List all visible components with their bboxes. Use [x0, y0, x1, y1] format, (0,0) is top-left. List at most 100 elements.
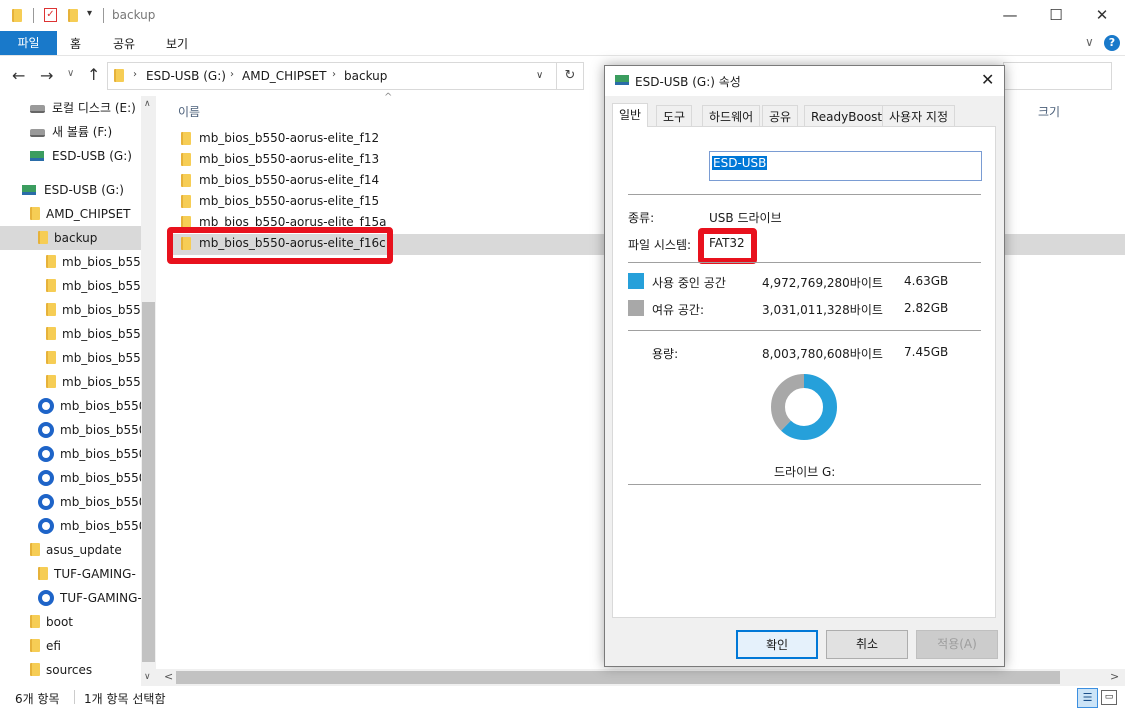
tree-item-label: mb_bios_b550: [60, 519, 141, 533]
filesystem-highlight-box: [698, 228, 757, 264]
forward-icon[interactable]: →: [40, 66, 53, 85]
zip-icon: [38, 446, 54, 462]
status-bar: 6개 항목 1개 항목 선택함 ☰ ▭: [0, 686, 1125, 710]
navigation-pane[interactable]: 로컬 디스크 (E:) 새 볼륨 (F:) ESD-USB (G:) ESD-USB …: [0, 96, 156, 686]
refresh-button[interactable]: ↻: [557, 62, 584, 90]
file-name: mb_bios_b550-aorus-elite_f14: [199, 173, 380, 187]
scroll-thumb[interactable]: [142, 302, 155, 662]
tree-item[interactable]: asus_update: [0, 538, 141, 562]
breadcrumb[interactable]: backup: [344, 69, 387, 83]
tree-item[interactable]: mb_bios_b550: [0, 394, 141, 418]
dialog-tab[interactable]: 일반: [612, 103, 649, 127]
tree-item[interactable]: mb_bios_b55: [0, 346, 141, 370]
tree-item-label: asus_update: [46, 543, 122, 557]
tree-item[interactable]: mb_bios_b550: [0, 466, 141, 490]
dialog-tab[interactable]: 하드웨어: [702, 105, 761, 127]
apply-button[interactable]: 적용(A): [916, 630, 998, 659]
column-size[interactable]: 크기: [1038, 103, 1060, 120]
scroll-right-icon[interactable]: >: [1110, 670, 1119, 683]
details-view-icon[interactable]: ☰: [1077, 688, 1098, 708]
tree-item[interactable]: mb_bios_b550: [0, 514, 141, 538]
tree-item-label: mb_bios_b550: [60, 447, 141, 461]
tree-item[interactable]: mb_bios_b550: [0, 418, 141, 442]
new-folder-quick-icon[interactable]: [68, 9, 78, 22]
back-icon[interactable]: ←: [12, 66, 25, 85]
large-icons-view-icon[interactable]: ▭: [1101, 690, 1117, 705]
tree-item-label: mb_bios_b55: [62, 351, 141, 365]
horizontal-scrollbar[interactable]: < >: [156, 669, 1125, 686]
file-name: mb_bios_b550-aorus-elite_f12: [199, 131, 380, 145]
tab-view[interactable]: 보기: [166, 35, 188, 52]
tree-item[interactable]: mb_bios_b55: [0, 370, 141, 394]
chevron-down-icon[interactable]: ∨: [536, 70, 543, 81]
folder-icon: [46, 279, 56, 292]
tree-item[interactable]: mb_bios_b550: [0, 490, 141, 514]
folder-icon: [30, 663, 40, 676]
address-bar[interactable]: › ESD-USB (G:) › AMD_CHIPSET › backup ∨: [107, 62, 557, 90]
properties-quick-icon[interactable]: ✓: [44, 8, 57, 22]
tree-item-label: mb_bios_b55: [62, 375, 141, 389]
search-input[interactable]: [1003, 62, 1112, 90]
breadcrumb[interactable]: AMD_CHIPSET: [242, 69, 327, 83]
tree-item[interactable]: ESD-USB (G:): [0, 178, 141, 202]
tree-item[interactable]: TUF-GAMING-: [0, 562, 141, 586]
scroll-thumb[interactable]: [176, 671, 1060, 684]
column-name[interactable]: 이름: [178, 103, 200, 120]
maximize-button[interactable]: ☐: [1033, 0, 1079, 31]
tree-item[interactable]: mb_bios_b55: [0, 298, 141, 322]
free-gb: 2.82GB: [904, 301, 949, 315]
dialog-tab[interactable]: 도구: [656, 105, 693, 127]
used-label: 사용 중인 공간: [652, 276, 726, 290]
free-label: 여유 공간:: [652, 303, 705, 317]
folder-icon: [30, 639, 40, 652]
dialog-tab[interactable]: 사용자 지정: [882, 105, 956, 127]
zip-icon: [38, 470, 54, 486]
tree-item-label: mb_bios_b55: [62, 255, 141, 269]
free-bytes: 3,031,011,328바이트: [762, 303, 883, 317]
folder-icon: [181, 195, 191, 208]
expand-ribbon-icon[interactable]: ∨: [1085, 35, 1094, 49]
zip-icon: [38, 518, 54, 534]
up-icon[interactable]: ↑: [87, 65, 100, 84]
tree-scrollbar[interactable]: ∧ ∨: [141, 96, 156, 686]
tree-item[interactable]: ESD-USB (G:): [0, 144, 141, 168]
quick-access-dropdown-icon[interactable]: ▾: [87, 8, 92, 19]
tree-item[interactable]: 로컬 디스크 (E:): [0, 96, 141, 120]
help-icon[interactable]: ?: [1104, 35, 1120, 51]
tab-share[interactable]: 공유: [113, 35, 135, 52]
drive-name-value: ESD-USB: [712, 156, 768, 170]
tree-item[interactable]: mb_bios_b55: [0, 274, 141, 298]
close-button[interactable]: ✕: [1079, 0, 1125, 31]
tab-home[interactable]: 홈: [70, 35, 81, 52]
tree-item[interactable]: AMD_CHIPSET: [0, 202, 141, 226]
tree-item[interactable]: mb_bios_b55: [0, 322, 141, 346]
ribbon-bar: 파일 홈 공유 보기 ∨ ?: [0, 31, 1125, 56]
scroll-left-icon[interactable]: <: [164, 670, 173, 683]
tree-item[interactable]: boot: [0, 610, 141, 634]
dialog-tab[interactable]: 공유: [762, 105, 799, 127]
separator: [74, 690, 75, 704]
drive-letter-label: 드라이브 G:: [774, 465, 836, 479]
tree-item[interactable]: mb_bios_b550: [0, 442, 141, 466]
dialog-tab[interactable]: ReadyBoost: [804, 105, 890, 127]
breadcrumb[interactable]: ESD-USB (G:): [146, 69, 226, 83]
drive-name-input[interactable]: ESD-USB: [709, 151, 982, 181]
cancel-button[interactable]: 취소: [826, 630, 908, 659]
tree-item[interactable]: mb_bios_b55: [0, 250, 141, 274]
tree-item[interactable]: efi: [0, 634, 141, 658]
tree-item[interactable]: 새 볼륨 (F:): [0, 120, 141, 144]
minimize-button[interactable]: —: [987, 0, 1033, 31]
scroll-up-icon[interactable]: ∧: [144, 99, 151, 109]
folder-icon: [30, 543, 40, 556]
tree-item[interactable]: TUF-GAMING-: [0, 586, 141, 610]
tree-item[interactable]: sources: [0, 658, 141, 682]
ok-button[interactable]: 확인: [736, 630, 818, 659]
file-tab[interactable]: 파일: [0, 31, 57, 55]
zip-icon: [38, 422, 54, 438]
dialog-close-icon[interactable]: ✕: [981, 70, 994, 89]
divider: [628, 484, 981, 485]
zip-icon: [38, 398, 54, 414]
scroll-down-icon[interactable]: ∨: [144, 672, 151, 682]
recent-dropdown-icon[interactable]: ∨: [67, 68, 74, 79]
tree-item[interactable]: backup: [0, 226, 141, 250]
